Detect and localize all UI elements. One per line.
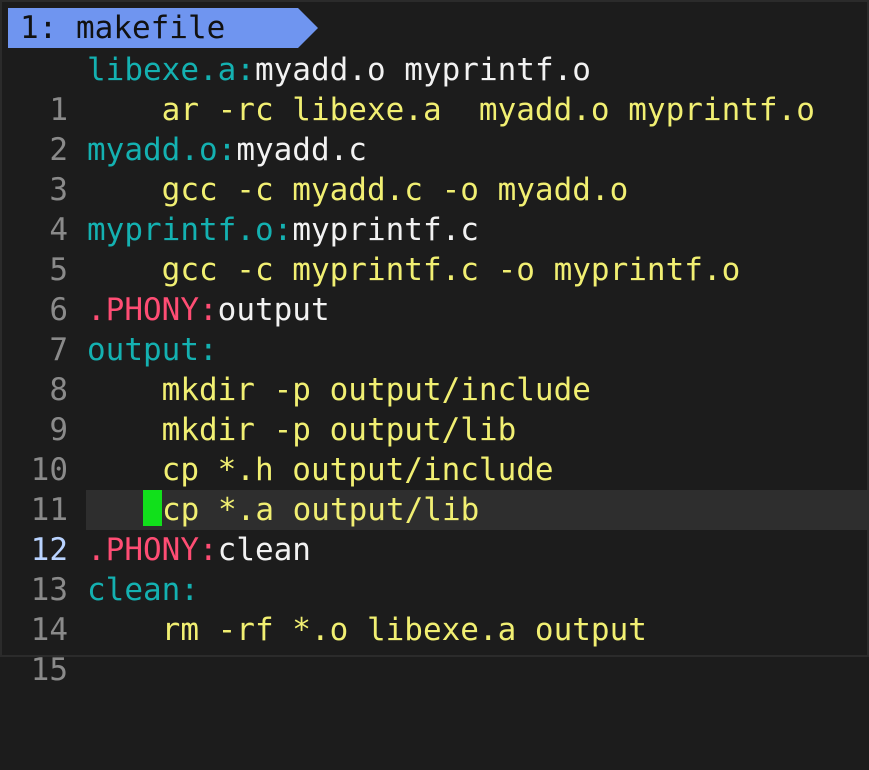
line-code: output: <box>87 330 218 370</box>
phony-keyword: .PHONY: <box>87 292 218 328</box>
line-code: clean: <box>87 570 199 610</box>
code-line-3[interactable]: 3 myadd.o:myadd.c <box>2 130 869 208</box>
make-command: gcc -c myprintf.c -o myprintf.o <box>161 252 741 288</box>
line-code: mkdir -p output/include <box>87 370 591 410</box>
make-command: gcc -c myadd.c -o myadd.o <box>161 172 629 208</box>
code-line-10[interactable]: 10 mkdir -p output/lib <box>2 410 869 488</box>
line-code: gcc -c myprintf.c -o myprintf.o <box>87 250 741 290</box>
code-line-6[interactable]: 6 gcc -c myprintf.c -o myprintf.o <box>2 250 869 328</box>
code-line-2[interactable]: 2 ar -rc libexe.a myadd.o myprintf.o <box>2 90 869 168</box>
code-line-9[interactable]: 9 mkdir -p output/include <box>2 370 869 448</box>
code-lines[interactable]: 1 libexe.a:myadd.o myprintf.o 2 ar -rc l… <box>2 50 869 688</box>
line-code: mkdir -p output/lib <box>87 410 517 450</box>
line-code: gcc -c myadd.c -o myadd.o <box>87 170 629 210</box>
code-line-11[interactable]: 11 cp *.h output/include <box>2 450 869 528</box>
make-dependencies: myprintf.c <box>292 212 479 248</box>
buffer-tab-makefile[interactable]: 1: makefile <box>8 8 318 48</box>
code-line-13[interactable]: 13 .PHONY:clean <box>2 530 869 608</box>
text-cursor <box>143 490 162 526</box>
make-command: cp *.a output/lib <box>162 492 480 528</box>
make-target: libexe.a: <box>87 52 255 88</box>
line-code: .PHONY:output <box>87 290 330 330</box>
make-dependencies: myadd.o myprintf.o <box>254 52 591 88</box>
line-code: ar -rc libexe.a myadd.o myprintf.o <box>87 90 815 130</box>
make-command: mkdir -p output/lib <box>161 412 517 448</box>
code-line-8[interactable]: 8 output: <box>2 330 869 408</box>
line-code: myadd.o:myadd.c <box>87 130 367 170</box>
make-target: myprintf.o: <box>87 212 293 248</box>
line-code: cp *.a output/lib <box>87 490 479 530</box>
line-number: 15 <box>30 652 68 688</box>
make-command: cp *.h output/include <box>161 452 554 488</box>
code-line-5[interactable]: 5 myprintf.o:myprintf.c <box>2 210 869 288</box>
code-line-7[interactable]: 7 .PHONY:output <box>2 290 869 368</box>
code-line-12-current[interactable]: 12 cp *.a output/lib <box>2 490 869 568</box>
code-line-1[interactable]: 1 libexe.a:myadd.o myprintf.o <box>2 50 869 128</box>
code-line-4[interactable]: 4 gcc -c myadd.c -o myadd.o <box>2 170 869 248</box>
code-line-15[interactable]: 15 rm -rf *.o libexe.a output <box>2 610 869 688</box>
vim-editor[interactable]: 1: makefile 1 libexe.a:myadd.o myprintf.… <box>0 0 869 688</box>
line-code: cp *.h output/include <box>87 450 554 490</box>
make-target: clean: <box>87 572 199 608</box>
phony-keyword: .PHONY: <box>87 532 218 568</box>
make-command: rm -rf *.o libexe.a output <box>161 612 647 648</box>
line-code: rm -rf *.o libexe.a output <box>87 610 647 650</box>
make-dependencies: output <box>217 292 330 328</box>
line-code: .PHONY:clean <box>87 530 311 570</box>
tabline: 1: makefile <box>8 8 318 48</box>
line-code: libexe.a:myadd.o myprintf.o <box>87 50 591 90</box>
make-target: myadd.o: <box>87 132 237 168</box>
make-command: ar -rc libexe.a myadd.o myprintf.o <box>161 92 815 128</box>
line-code: myprintf.o:myprintf.c <box>87 210 479 250</box>
make-target: output: <box>87 332 218 368</box>
code-line-14[interactable]: 14 clean: <box>2 570 869 648</box>
make-dependencies: myadd.c <box>236 132 367 168</box>
make-dependencies: clean <box>217 532 311 568</box>
make-command: mkdir -p output/include <box>161 372 591 408</box>
